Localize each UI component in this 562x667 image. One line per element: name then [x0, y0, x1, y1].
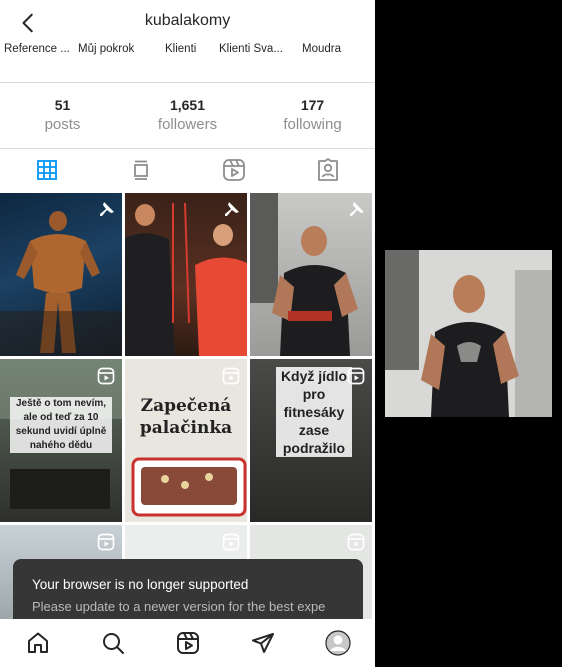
post-tile[interactable]: Když jídlo pro fitnesáky zase podražilo — [250, 359, 372, 522]
profile-stats: 51 posts 1,651 followers 177 following — [0, 96, 375, 136]
profile-tabs — [0, 149, 375, 191]
divider — [0, 82, 375, 83]
profile-screen: kubalakomy Reference ... Můj pokrok Klie… — [0, 0, 375, 667]
top-bar: kubalakomy — [0, 0, 375, 44]
nav-reels[interactable] — [150, 619, 225, 667]
post-tile[interactable] — [250, 193, 372, 356]
stat-followers[interactable]: 1,651 followers — [125, 96, 250, 136]
reel-icon — [222, 367, 240, 385]
nav-home[interactable] — [0, 619, 75, 667]
reels-icon — [223, 159, 246, 181]
bottom-navigation — [0, 619, 375, 667]
pin-icon — [350, 202, 364, 216]
profile-avatar — [324, 630, 351, 656]
pin-icon — [225, 202, 239, 216]
toast-title: Your browser is no longer supported — [32, 577, 249, 592]
toast-message: Please update to a newer version for the… — [32, 599, 326, 614]
reels-icon — [176, 632, 199, 654]
tab-feed[interactable] — [94, 149, 188, 191]
tab-tagged[interactable] — [281, 149, 375, 191]
following-label: following — [283, 116, 342, 133]
posts-label: posts — [44, 116, 81, 133]
hover-image-preview — [385, 250, 552, 417]
grid-icon — [36, 160, 57, 180]
search-icon — [102, 633, 124, 654]
profile-username: kubalakomy — [144, 12, 231, 29]
stat-following[interactable]: 177 following — [250, 96, 375, 136]
stat-posts[interactable]: 51 posts — [0, 96, 125, 136]
tagged-icon — [318, 158, 339, 181]
nav-search[interactable] — [75, 619, 150, 667]
direct-icon — [251, 633, 274, 653]
home-icon — [27, 632, 48, 653]
reel-icon — [97, 367, 115, 385]
followers-count: 1,651 — [169, 97, 206, 113]
highlight-klienti[interactable]: Klienti — [158, 43, 217, 57]
tab-reels[interactable] — [188, 149, 282, 191]
reel-icon — [222, 533, 240, 551]
post-tile[interactable] — [125, 193, 247, 356]
reel-icon — [347, 533, 365, 551]
post-tile[interactable]: Zapečená palačinka — [125, 359, 247, 522]
story-highlights: Reference ... Můj pokrok Klienti Klienti… — [0, 43, 375, 57]
followers-label: followers — [157, 116, 218, 133]
highlight-moudra[interactable]: Moudra — [299, 43, 362, 57]
pin-icon — [100, 202, 114, 216]
posts-count: 51 — [54, 97, 71, 113]
reel-caption: Když jídlo pro fitnesáky zase podražilo — [276, 367, 352, 457]
nav-profile[interactable] — [300, 619, 375, 667]
reel-icon — [347, 367, 365, 385]
feed-icon — [133, 160, 148, 180]
preview-photo — [385, 250, 552, 417]
highlight-reference[interactable]: Reference ... — [0, 43, 76, 57]
post-tile[interactable] — [0, 193, 122, 356]
highlight-muj-pokrok[interactable]: Můj pokrok — [76, 43, 158, 57]
reel-icon — [97, 533, 115, 551]
reel-caption: Zapečená palačinka — [139, 396, 233, 438]
reel-caption: Ještě o tom nevím, ale od teď za 10 seku… — [10, 397, 112, 453]
tab-grid[interactable] — [0, 149, 94, 191]
nav-direct[interactable] — [225, 619, 300, 667]
highlight-klienti-sva[interactable]: Klienti Sva... — [217, 43, 299, 57]
post-tile[interactable]: Ještě o tom nevím, ale od teď za 10 seku… — [0, 359, 122, 522]
following-count: 177 — [300, 97, 325, 113]
